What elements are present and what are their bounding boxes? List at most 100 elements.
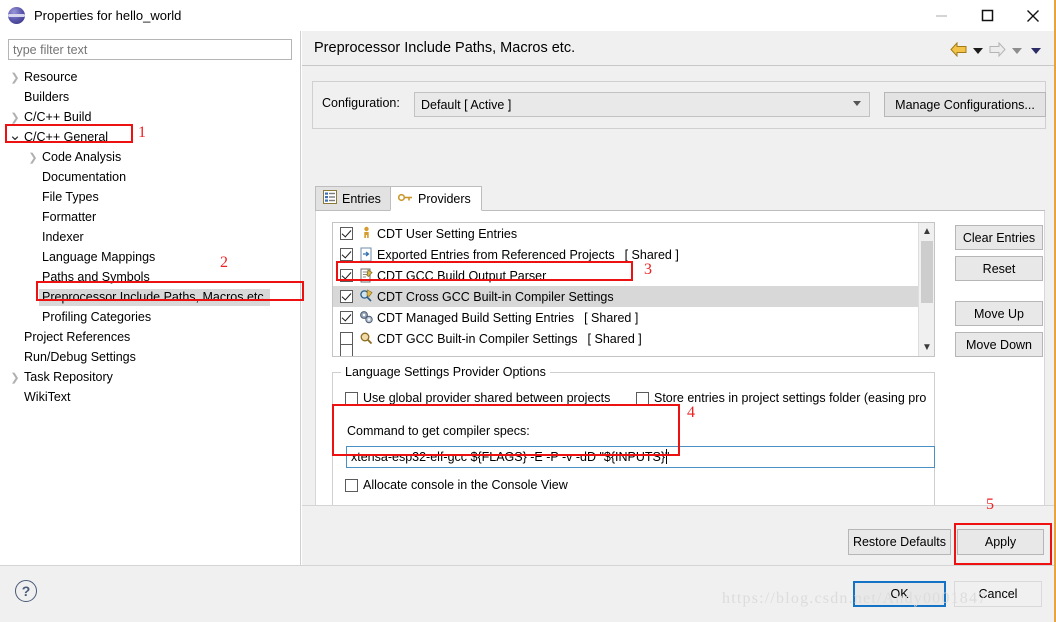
chevron-right-icon[interactable]: ❯	[8, 111, 22, 124]
provider-shared-badge: [ Shared ]	[624, 247, 679, 262]
scrollbar-thumb[interactable]	[921, 241, 933, 303]
configuration-dropdown[interactable]: Default [ Active ]	[414, 92, 870, 117]
restore-defaults-button[interactable]: Restore Defaults	[848, 529, 951, 555]
scroll-up-icon[interactable]: ▲	[919, 223, 934, 240]
tab-providers[interactable]: Providers	[390, 186, 482, 211]
provider-label: Exported Entries from Referenced Project…	[377, 247, 615, 262]
sidebar-item-language-mappings[interactable]: Language Mappings	[0, 247, 301, 267]
magnifier-icon	[358, 331, 375, 346]
tab-entries[interactable]: Entries	[315, 186, 392, 211]
view-menu-chevron-down-icon[interactable]	[1031, 48, 1041, 54]
chevron-right-icon[interactable]: ❯	[8, 371, 22, 384]
use-global-provider-row[interactable]: Use global provider shared between proje…	[345, 391, 610, 405]
provider-checkbox[interactable]	[340, 290, 353, 303]
sidebar-item-paths-and-symbols[interactable]: Paths and Symbols	[0, 267, 301, 287]
sidebar-item-label: Formatter	[42, 210, 97, 224]
parser-doc-icon	[358, 268, 375, 283]
providers-scrollbar[interactable]: ▲ ▼	[918, 223, 934, 356]
sidebar-item-label: WikiText	[24, 390, 71, 404]
help-question-icon[interactable]: ?	[15, 580, 37, 602]
annotation-number-5: 5	[986, 496, 994, 513]
forward-menu-chevron-down-icon[interactable]	[1012, 48, 1022, 54]
sidebar-item-label: Documentation	[42, 170, 127, 184]
manage-configurations-button[interactable]: Manage Configurations...	[884, 92, 1046, 117]
use-global-provider-checkbox[interactable]	[345, 391, 358, 405]
properties-dialog: Properties for hello_world ❯Resource Buil…	[0, 0, 1056, 622]
tab-entries-label: Entries	[342, 191, 381, 206]
provider-row[interactable]: CDT GCC Built-in Compiler Settings [ Shar…	[333, 328, 934, 349]
sidebar-item-formatter[interactable]: Formatter	[0, 207, 301, 227]
provider-row[interactable]: CDT GCC Build Output Parser	[333, 265, 934, 286]
provider-checkbox[interactable]	[340, 269, 353, 282]
sidebar-item-file-types[interactable]: File Types	[0, 187, 301, 207]
provider-row[interactable]: CDT Managed Build Setting Entries [ Share…	[333, 307, 934, 328]
configuration-label: Configuration:	[322, 96, 400, 110]
sidebar-item-label: Profiling Categories	[42, 310, 152, 324]
sidebar-item-c-c-general[interactable]: ⌄ C/C++ General	[0, 127, 301, 147]
provider-checkbox[interactable]	[340, 227, 353, 240]
sidebar-item-task-repository[interactable]: ❯ Task Repository	[0, 367, 301, 387]
provider-label: CDT Managed Build Setting Entries	[377, 310, 575, 325]
sidebar-item-code-analysis[interactable]: ❯ Code Analysis	[0, 147, 301, 167]
window-title: Properties for hello_world	[34, 8, 182, 23]
sidebar-item-label: Project References	[24, 330, 131, 344]
sidebar-item-wikitext[interactable]: WikiText	[0, 387, 301, 407]
minimize-button[interactable]	[918, 0, 964, 31]
command-input[interactable]	[346, 446, 935, 468]
close-button[interactable]	[1010, 0, 1054, 31]
gears-icon	[358, 310, 375, 325]
language-settings-provider-options-group: Language Settings Provider Options Use g…	[332, 365, 935, 510]
sidebar-item-label: Builders	[24, 90, 70, 104]
allocate-console-row[interactable]: Allocate console in the Console View	[345, 478, 568, 492]
chevron-right-icon[interactable]: ❯	[8, 71, 22, 84]
nav-icons	[950, 41, 1044, 60]
apply-button[interactable]: Apply	[957, 529, 1044, 555]
reset-button[interactable]: Reset	[955, 256, 1043, 281]
configuration-group: Configuration: Default [ Active ] Manage…	[312, 81, 1046, 129]
chevron-right-icon[interactable]: ❯	[26, 151, 40, 164]
sidebar-item-resource[interactable]: ❯ Resource	[0, 67, 301, 87]
move-down-button[interactable]: Move Down	[955, 332, 1043, 357]
providers-panel: CDT User Setting Entries Exported Entries…	[315, 211, 1045, 524]
maximize-button[interactable]	[964, 0, 1010, 31]
back-arrow-icon[interactable]	[950, 41, 967, 60]
providers-list[interactable]: CDT User Setting Entries Exported Entries…	[332, 222, 935, 357]
tab-bar: Entries Providers	[315, 186, 1045, 211]
scroll-down-icon[interactable]: ▼	[919, 339, 934, 356]
provider-checkbox[interactable]	[340, 343, 353, 356]
provider-row[interactable]: CDT User Setting Entries	[333, 223, 934, 244]
annotation-number-1: 1	[138, 124, 146, 141]
provider-row[interactable]: Exported Entries from Referenced Project…	[333, 244, 934, 265]
sidebar-item-preprocessor-include-paths-macros-etc[interactable]: Preprocessor Include Paths, Macros etc.	[0, 287, 301, 307]
allocate-console-label: Allocate console in the Console View	[363, 478, 568, 492]
move-up-button[interactable]: Move Up	[955, 301, 1043, 326]
sidebar-item-c-c-build[interactable]: ❯ C/C++ Build	[0, 107, 301, 127]
clear-entries-button[interactable]: Clear Entries	[955, 225, 1043, 250]
magnifier-pen-icon	[358, 289, 375, 304]
filter-input[interactable]	[8, 39, 292, 60]
options-group-legend: Language Settings Provider Options	[341, 365, 550, 379]
sidebar-item-builders[interactable]: Builders	[0, 87, 301, 107]
sidebar-item-run-debug-settings[interactable]: Run/Debug Settings	[0, 347, 301, 367]
provider-checkbox[interactable]	[340, 248, 353, 261]
dialog-action-bar: Restore Defaults Apply	[302, 505, 1054, 565]
store-entries-checkbox[interactable]	[636, 391, 649, 405]
page-title: Preprocessor Include Paths, Macros etc.	[314, 40, 576, 56]
provider-checkbox[interactable]	[340, 311, 353, 324]
back-menu-chevron-down-icon[interactable]	[973, 48, 983, 54]
provider-label: CDT GCC Built-in Compiler Settings	[377, 331, 578, 346]
sidebar-item-profiling-categories[interactable]: Profiling Categories	[0, 307, 301, 327]
sidebar-item-documentation[interactable]: Documentation	[0, 167, 301, 187]
header-divider	[302, 65, 1054, 66]
provider-label: CDT User Setting Entries	[377, 226, 518, 241]
export-doc-icon	[358, 247, 375, 262]
sidebar-item-label: Paths and Symbols	[42, 270, 150, 284]
allocate-console-checkbox[interactable]	[345, 478, 358, 492]
text-caret	[666, 449, 667, 464]
provider-row[interactable]	[333, 343, 934, 356]
store-entries-row[interactable]: Store entries in project settings folder…	[636, 391, 926, 405]
sidebar-item-indexer[interactable]: Indexer	[0, 227, 301, 247]
chevron-down-icon[interactable]: ⌄	[8, 126, 22, 144]
sidebar-item-project-references[interactable]: Project References	[0, 327, 301, 347]
provider-row[interactable]: CDT Cross GCC Built-in Compiler Settings	[333, 286, 934, 307]
